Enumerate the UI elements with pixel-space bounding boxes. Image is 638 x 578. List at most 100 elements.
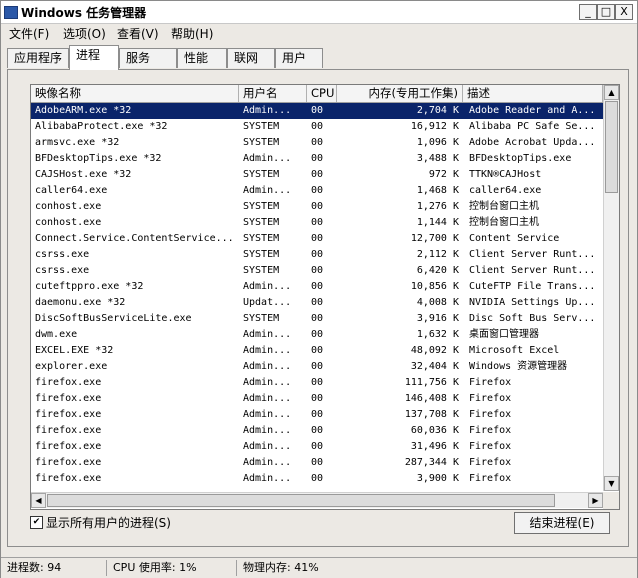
vertical-scrollbar[interactable]: ▲ ▼ [603,85,619,491]
table-row[interactable]: caller64.exe Admin... 00 1,468 K caller64.ex… [31,183,603,199]
process-memory: 32,404 K [410,361,459,372]
horizontal-scroll-thumb[interactable] [47,494,555,507]
process-user: SYSTEM [243,201,280,212]
process-memory: 1,276 K [416,201,459,212]
tab-processes[interactable]: 进程 [69,45,119,70]
process-memory: 6,420 K [416,265,459,276]
table-row[interactable]: CAJSHost.exe *32 SYSTEM 00 972 K TTKN®CAJHos… [31,167,603,183]
table-row[interactable]: csrss.exe SYSTEM 00 2,112 K Client Server Ru… [31,247,603,263]
column-description[interactable]: 描述 [463,85,603,102]
process-cpu: 00 [311,409,324,420]
scroll-up-icon[interactable]: ▲ [604,85,619,100]
menu-view[interactable]: 查看(V) [117,25,159,42]
process-user: Admin... [243,377,292,388]
process-user: Updat... [243,297,292,308]
status-process-count: 进程数: 94 [3,560,107,576]
minimize-button[interactable]: _ [579,4,597,20]
menu-file[interactable]: 文件(F) [9,25,49,42]
tab-users[interactable]: 用户 [275,48,323,68]
table-row[interactable]: firefox.exe Admin... 00 137,708 K Firefox [31,407,603,423]
process-name: cuteftppro.exe *32 [35,281,144,292]
process-memory: 137,708 K [404,409,459,420]
table-row[interactable]: firefox.exe Admin... 00 111,756 K Firefox [31,375,603,391]
table-row[interactable]: conhost.exe SYSTEM 00 1,276 K 控制台窗口主机 [31,199,603,215]
scroll-down-icon[interactable]: ▼ [604,476,619,491]
process-user: SYSTEM [243,233,280,244]
process-user: Admin... [243,441,292,452]
table-row[interactable]: firefox.exe Admin... 00 3,900 K Firefox [31,471,603,487]
process-name: armsvc.exe *32 [35,137,120,148]
table-row[interactable]: armsvc.exe *32 SYSTEM 00 1,096 K Adobe Acrob… [31,135,603,151]
table-row[interactable]: firefox.exe Admin... 00 60,036 K Firefox [31,423,603,439]
tab-services[interactable]: 服务 [119,48,177,68]
process-user: Admin... [243,185,292,196]
end-process-button[interactable]: 结束进程(E) [514,512,610,534]
table-row[interactable]: dwm.exe Admin... 00 1,632 K 桌面窗口管理器 [31,327,603,343]
table-row[interactable]: AlibabaProtect.exe *32 SYSTEM 00 16,912 K Al… [31,119,603,135]
process-description: Microsoft Excel [469,345,560,356]
column-memory[interactable]: 内存(专用工作集) [337,85,463,102]
table-row[interactable]: firefox.exe Admin... 00 146,408 K Firefox [31,391,603,407]
process-user: Admin... [243,409,292,420]
process-user: SYSTEM [243,121,280,132]
column-user-name[interactable]: 用户名 [239,85,307,102]
tab-applications[interactable]: 应用程序 [7,48,69,68]
process-description: Firefox [469,473,512,484]
menu-help[interactable]: 帮助(H) [171,25,213,42]
scroll-right-icon[interactable]: ▶ [588,493,603,508]
table-row[interactable]: Connect.Service.ContentService... SYSTEM 0… [31,231,603,247]
table-row[interactable]: conhost.exe SYSTEM 00 1,144 K 控制台窗口主机 [31,215,603,231]
process-name: firefox.exe [35,457,102,468]
process-cpu: 00 [311,105,324,116]
maximize-button[interactable]: □ [597,4,615,20]
process-description: Adobe Reader and A... [469,105,596,116]
menu-options[interactable]: 选项(O) [63,25,106,42]
title-bar: Windows 任务管理器 _ □ X [1,1,637,24]
horizontal-scrollbar[interactable]: ◀ ▶ [31,492,603,508]
process-list[interactable]: 映像名称 用户名 CPU 内存(专用工作集) 描述 AdobeARM.exe *… [30,84,620,510]
tab-performance[interactable]: 性能 [177,48,227,68]
column-cpu[interactable]: CPU [307,85,337,102]
process-cpu: 00 [311,201,324,212]
scroll-left-icon[interactable]: ◀ [31,493,46,508]
table-row[interactable]: csrss.exe SYSTEM 00 6,420 K Client Server Ru… [31,263,603,279]
process-memory: 10,856 K [410,281,459,292]
process-name: EXCEL.EXE *32 [35,345,114,356]
table-row[interactable]: explorer.exe Admin... 00 32,404 K Windows 资源… [31,359,603,375]
process-memory: 111,756 K [404,377,459,388]
table-row[interactable]: AdobeARM.exe *32 Admin... 00 2,704 K Adobe R… [31,103,603,119]
process-description: 控制台窗口主机 [469,217,539,228]
process-user: Admin... [243,361,292,372]
table-row[interactable]: EXCEL.EXE *32 Admin... 00 48,092 K Microsoft… [31,343,603,359]
table-row[interactable]: daemonu.exe *32 Updat... 00 4,008 K NVIDIA S… [31,295,603,311]
process-user: Admin... [243,393,292,404]
status-cpu-usage: CPU 使用率: 1% [109,560,237,576]
table-row[interactable]: BFDesktopTips.exe *32 Admin... 00 3,488 K BF… [31,151,603,167]
process-name: BFDesktopTips.exe *32 [35,153,162,164]
process-memory: 3,488 K [416,153,459,164]
vertical-scroll-thumb[interactable] [605,101,618,193]
process-cpu: 00 [311,137,324,148]
show-all-users-label[interactable]: 显示所有用户的进程(S) [46,514,171,531]
tab-networking[interactable]: 联网 [227,48,275,68]
table-row[interactable]: DiscSoftBusServiceLite.exe SYSTEM 00 3,916 … [31,311,603,327]
table-row[interactable]: cuteftppro.exe *32 Admin... 00 10,856 K Cute… [31,279,603,295]
app-icon [4,6,18,19]
process-user: SYSTEM [243,265,280,276]
table-row[interactable]: firefox.exe Admin... 00 31,496 K Firefox [31,439,603,455]
process-memory: 60,036 K [410,425,459,436]
process-user: SYSTEM [243,169,280,180]
process-user: SYSTEM [243,217,280,228]
process-description: 控制台窗口主机 [469,201,539,212]
table-row[interactable]: firefox.exe Admin... 00 287,344 K Firefox [31,455,603,471]
process-description: Firefox [469,393,512,404]
close-button[interactable]: X [615,4,633,20]
process-name: conhost.exe [35,217,102,228]
column-image-name[interactable]: 映像名称 [31,85,239,102]
process-user: Admin... [243,329,292,340]
process-description: CuteFTP File Trans... [469,281,596,292]
process-user: SYSTEM [243,249,280,260]
process-name: DiscSoftBusServiceLite.exe [35,313,192,324]
process-memory: 1,144 K [416,217,459,228]
show-all-users-checkbox[interactable]: ✔ [30,516,43,529]
